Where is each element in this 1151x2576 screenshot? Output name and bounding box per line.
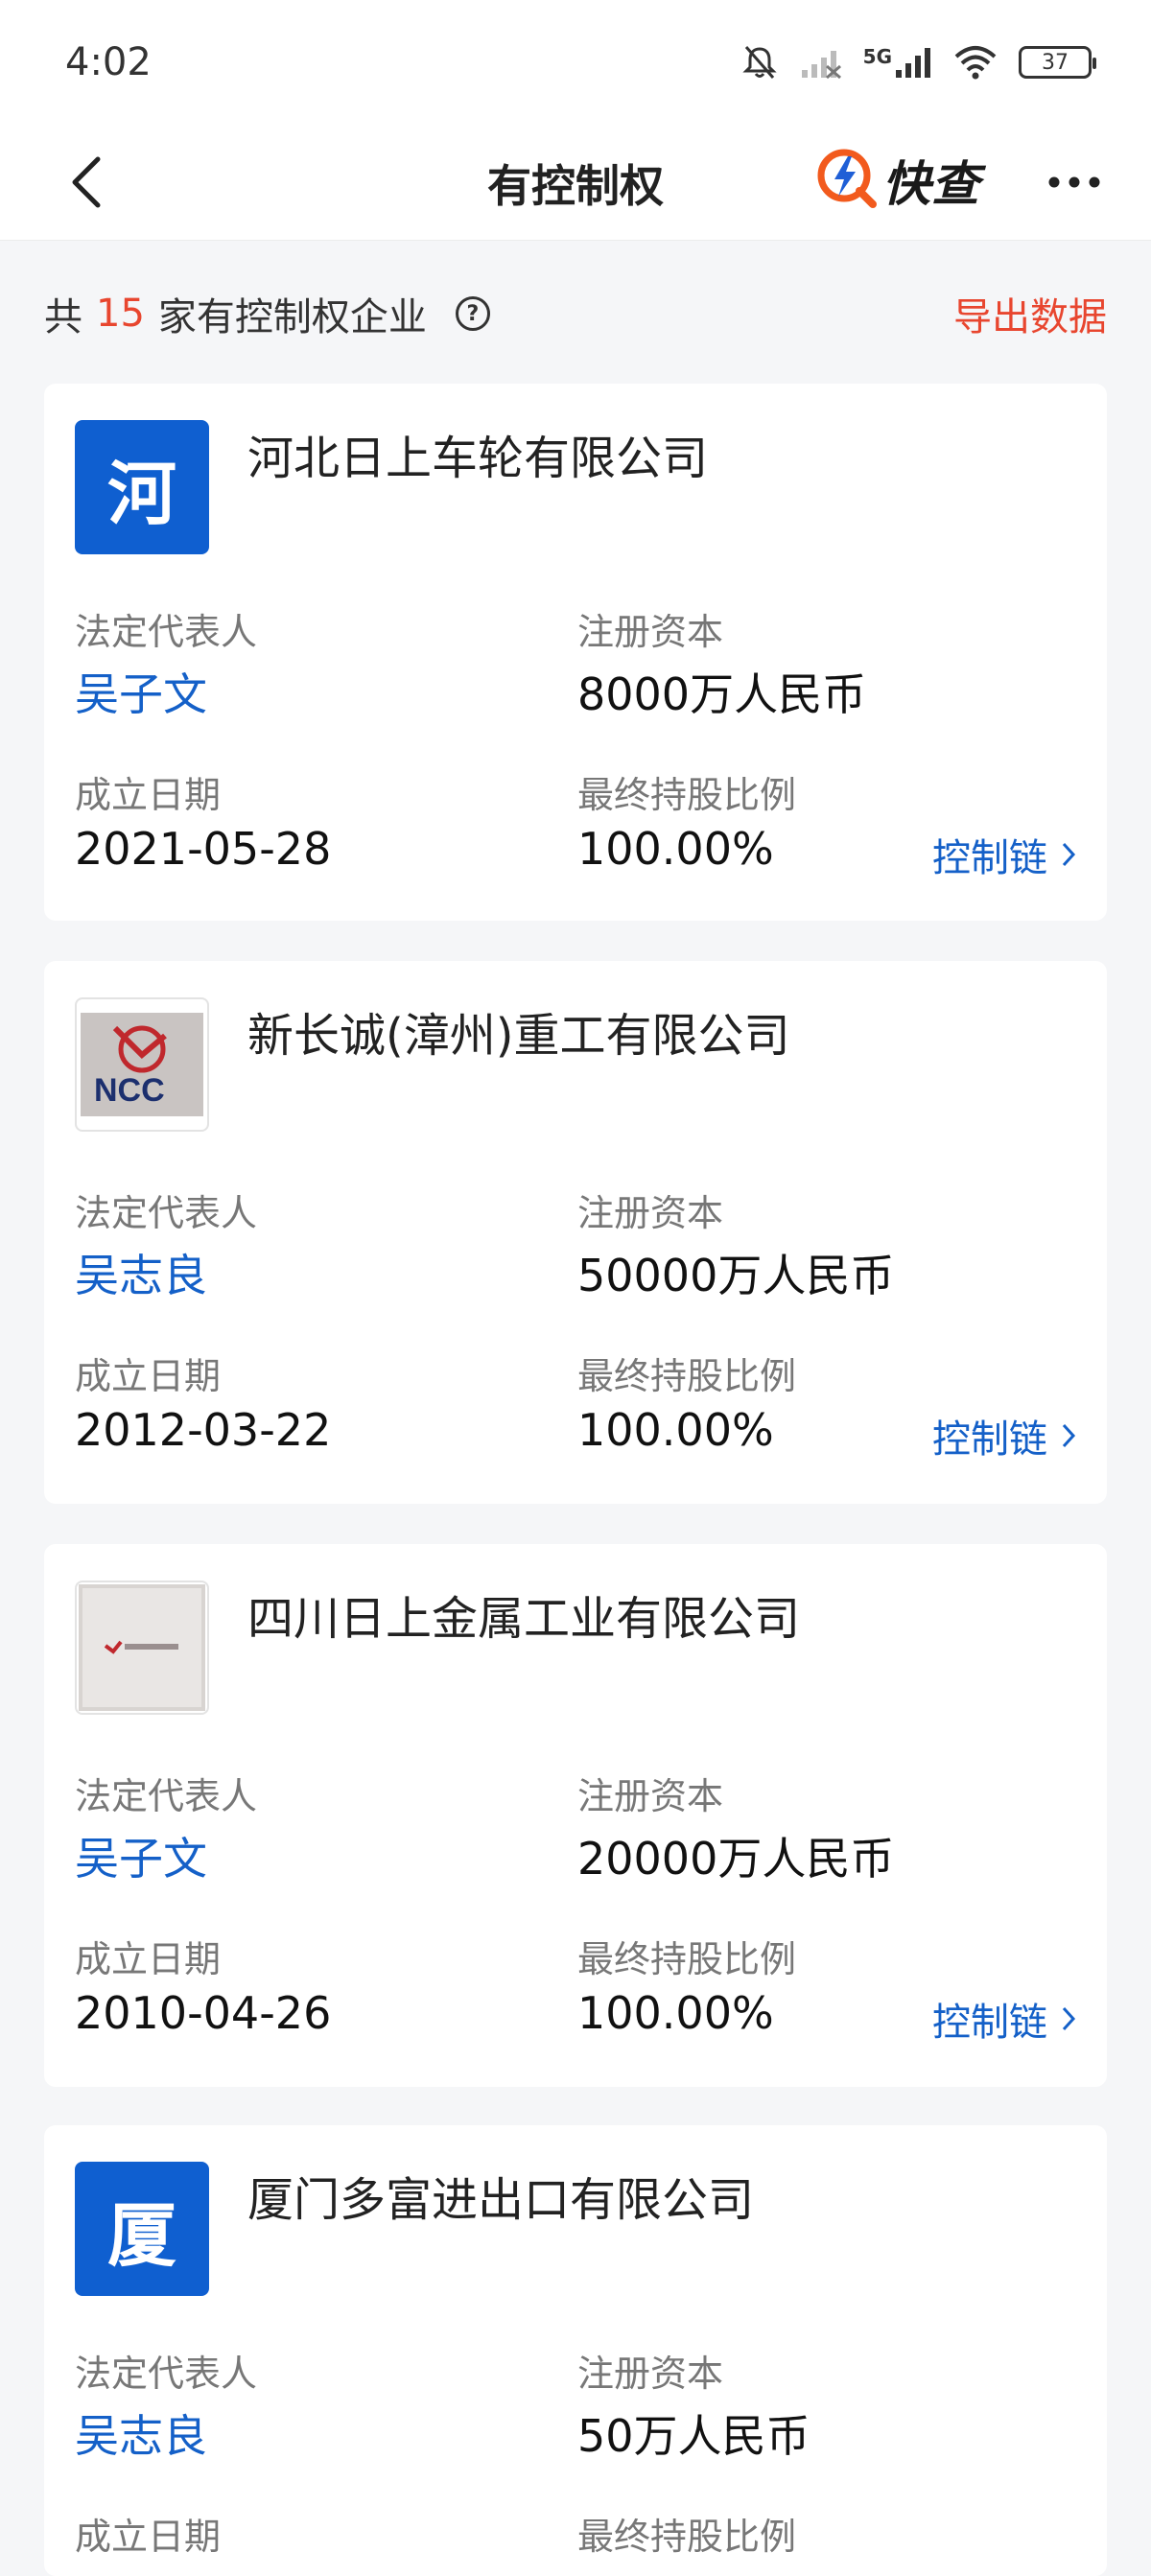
status-bar: 4:02 5G 37	[0, 0, 1151, 125]
legal-rep-value[interactable]: 吴志良	[75, 2401, 207, 2465]
legal-rep-value[interactable]: 吴子文	[75, 1824, 207, 1887]
summary-suffix: 家有控制权企业	[157, 295, 427, 340]
company-name[interactable]: 河北日上车轮有限公司	[247, 420, 708, 487]
company-card[interactable]: 河 河北日上车轮有限公司 法定代表人 吴子文 注册资本 8000万人民币 成立日…	[44, 384, 1107, 921]
chevron-left-icon	[72, 156, 101, 208]
company-name[interactable]: 四川日上金属工业有限公司	[247, 1581, 800, 1648]
registered-capital-value: 50万人民币	[577, 2410, 810, 2462]
holding-ratio-label: 最终持股比例	[577, 774, 797, 816]
status-icons: 5G 37	[740, 38, 1096, 86]
registered-capital-value: 50000万人民币	[577, 1250, 895, 1301]
summary-text: 共 15 家有控制权企业 ?	[44, 286, 490, 341]
brand-name: 快查	[882, 156, 980, 212]
ncc-logo-image: NCC	[81, 1013, 203, 1116]
company-logo: 河	[75, 420, 209, 554]
company-card[interactable]: 厦 厦门多富进出口有限公司 法定代表人 吴志良 注册资本 50万人民币 成立日期…	[44, 2125, 1107, 2576]
registered-capital-label: 注册资本	[577, 611, 724, 653]
control-chain-link[interactable]: 控制链	[932, 1408, 1076, 1464]
established-date-label: 成立日期	[75, 774, 222, 816]
control-chain-label: 控制链	[932, 1417, 1047, 1462]
control-chain-link[interactable]: 控制链	[932, 827, 1076, 882]
registered-capital-value: 8000万人民币	[577, 668, 867, 720]
control-chain-label: 控制链	[932, 836, 1047, 880]
company-logo: 厦	[75, 2162, 209, 2296]
more-button[interactable]	[1036, 144, 1113, 221]
established-date-label: 成立日期	[75, 2516, 222, 2558]
summary-count: 15	[96, 292, 145, 336]
holding-ratio-label: 最终持股比例	[577, 1938, 797, 1980]
chevron-right-icon	[1062, 842, 1076, 867]
company-logo: NCC	[75, 997, 209, 1132]
more-dots-icon	[1048, 176, 1100, 188]
company-name[interactable]: 新长诚(漳州)重工有限公司	[247, 997, 789, 1065]
legal-rep-label: 法定代表人	[75, 1192, 258, 1234]
export-data-button[interactable]: 导出数据	[953, 286, 1107, 341]
mute-bell-icon	[740, 43, 779, 82]
company-card[interactable]: 四川日上金属工业有限公司 法定代表人 吴子文 注册资本 20000万人民币 成立…	[44, 1544, 1107, 2087]
back-button[interactable]	[48, 144, 125, 221]
registered-capital-label: 注册资本	[577, 1192, 724, 1234]
registered-capital-value: 20000万人民币	[577, 1833, 895, 1885]
company-card[interactable]: NCC 新长诚(漳州)重工有限公司 法定代表人 吴志良 注册资本 50000万人…	[44, 961, 1107, 1504]
battery-level: 37	[1042, 50, 1069, 75]
registered-capital-label: 注册资本	[577, 1775, 724, 1817]
legal-rep-label: 法定代表人	[75, 611, 258, 653]
signal-off-icon	[800, 45, 842, 80]
chevron-right-icon	[1062, 1423, 1076, 1448]
legal-rep-value[interactable]: 吴志良	[75, 1241, 207, 1304]
holding-ratio-label: 最终持股比例	[577, 2516, 797, 2558]
lightning-search-icon	[815, 147, 879, 214]
established-date-label: 成立日期	[75, 1938, 222, 1980]
signal-5g-icon: 5G	[863, 45, 932, 80]
summary-prefix: 共	[44, 295, 82, 340]
help-icon[interactable]: ?	[455, 296, 490, 331]
network-label: 5G	[862, 45, 892, 68]
holding-ratio-value: 100.00%	[577, 1987, 774, 2039]
legal-rep-value[interactable]: 吴子文	[75, 660, 207, 723]
company-logo-image	[79, 1584, 205, 1711]
ncc-logo-text: NCC	[94, 1072, 165, 1109]
brand-logo: 快查	[815, 142, 980, 219]
established-date-label: 成立日期	[75, 1355, 222, 1397]
company-name[interactable]: 厦门多富进出口有限公司	[247, 2162, 754, 2229]
status-time: 4:02	[65, 40, 152, 84]
holding-ratio-value: 100.00%	[577, 823, 774, 875]
control-chain-label: 控制链	[932, 2001, 1047, 2045]
nav-bar: 有控制权 快查	[0, 125, 1151, 241]
summary-bar: 共 15 家有控制权企业 ? 导出数据	[0, 240, 1151, 384]
established-date-value: 2010-04-26	[75, 1987, 332, 2039]
chevron-right-icon	[1062, 2006, 1076, 2031]
control-chain-link[interactable]: 控制链	[932, 1991, 1076, 2047]
established-date-value: 2021-05-28	[75, 823, 332, 875]
legal-rep-label: 法定代表人	[75, 2353, 258, 2395]
wifi-icon	[953, 45, 998, 80]
legal-rep-label: 法定代表人	[75, 1775, 258, 1817]
battery-icon: 37	[1019, 46, 1096, 79]
holding-ratio-value: 100.00%	[577, 1404, 774, 1456]
established-date-value: 2012-03-22	[75, 1404, 332, 1456]
registered-capital-label: 注册资本	[577, 2353, 724, 2395]
company-logo	[75, 1581, 209, 1715]
holding-ratio-label: 最终持股比例	[577, 1355, 797, 1397]
